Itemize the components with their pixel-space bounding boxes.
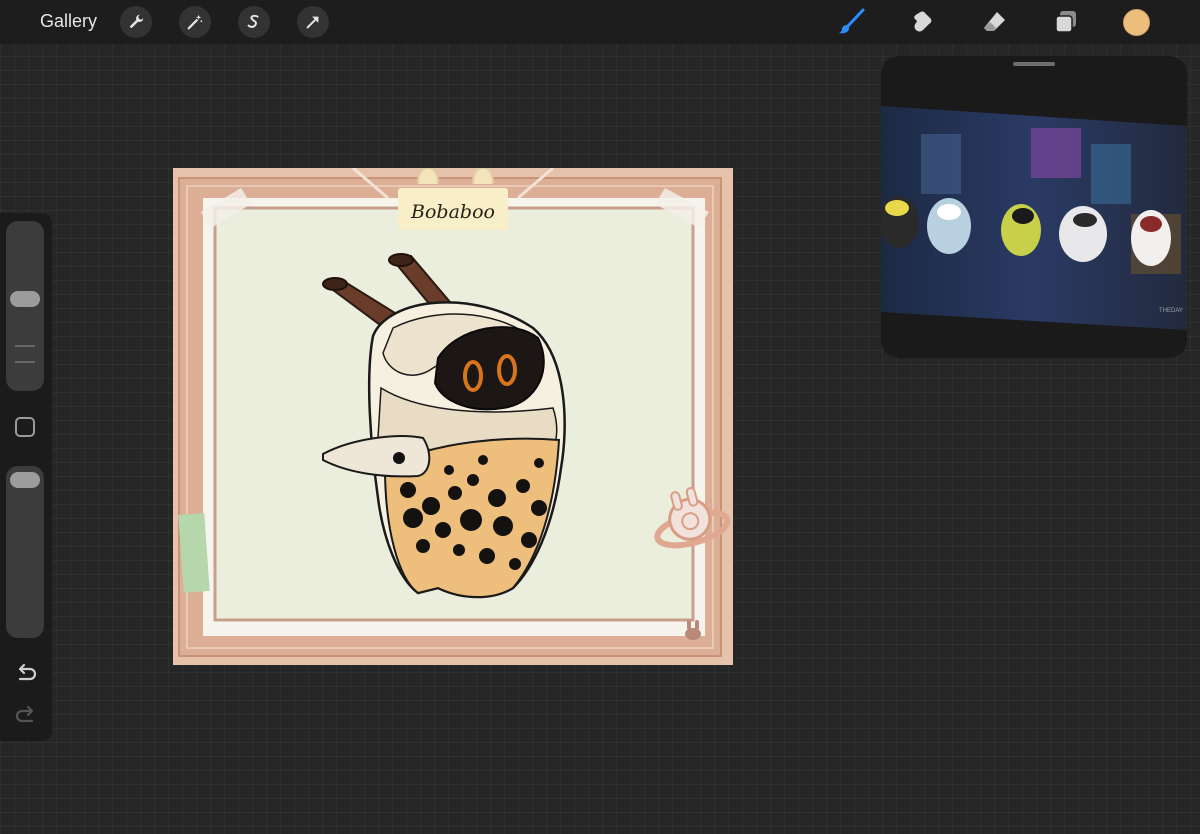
undo-icon[interactable] xyxy=(12,659,40,687)
magic-wand-icon xyxy=(187,14,203,30)
name-tag-label: Bobaboo xyxy=(410,201,495,223)
canvas-artwork: Bobaboo xyxy=(178,166,731,657)
top-toolbar: Gallery xyxy=(0,0,1200,44)
eraser-icon xyxy=(984,12,1005,31)
smudge-icon xyxy=(914,11,932,32)
left-sidebar xyxy=(0,213,52,741)
slider-tick xyxy=(15,361,35,363)
slider-tick xyxy=(15,345,35,347)
brush-icon xyxy=(839,8,865,34)
brush-size-thumb[interactable] xyxy=(10,290,40,307)
opacity-thumb[interactable] xyxy=(10,472,40,488)
actions-button[interactable] xyxy=(120,6,152,38)
color-picker-button[interactable] xyxy=(1123,9,1150,36)
drawing-canvas[interactable]: Bobaboo xyxy=(173,166,733,665)
selection-button[interactable] xyxy=(238,6,270,38)
opacity-slider[interactable] xyxy=(6,466,44,638)
gallery-button[interactable]: Gallery xyxy=(40,11,97,32)
wrench-icon xyxy=(129,14,144,29)
transform-arrow-icon xyxy=(306,16,319,29)
brush-tool-button[interactable] xyxy=(836,7,866,37)
redo-icon[interactable] xyxy=(12,701,40,729)
smudge-tool-button[interactable] xyxy=(908,7,938,37)
reference-image: THEDAY xyxy=(881,106,1187,330)
reference-watermark: THEDAY xyxy=(1159,308,1183,314)
layers-button[interactable] xyxy=(1051,7,1081,37)
adjustments-button[interactable] xyxy=(179,6,211,38)
brush-size-slider[interactable] xyxy=(6,221,44,391)
eraser-tool-button[interactable] xyxy=(980,7,1010,37)
selection-icon xyxy=(247,14,259,28)
modify-button[interactable] xyxy=(15,417,35,437)
reference-drag-handle[interactable] xyxy=(1013,62,1055,66)
reference-window[interactable]: THEDAY xyxy=(881,56,1187,358)
transform-button[interactable] xyxy=(297,6,329,38)
layers-icon xyxy=(1055,11,1076,33)
